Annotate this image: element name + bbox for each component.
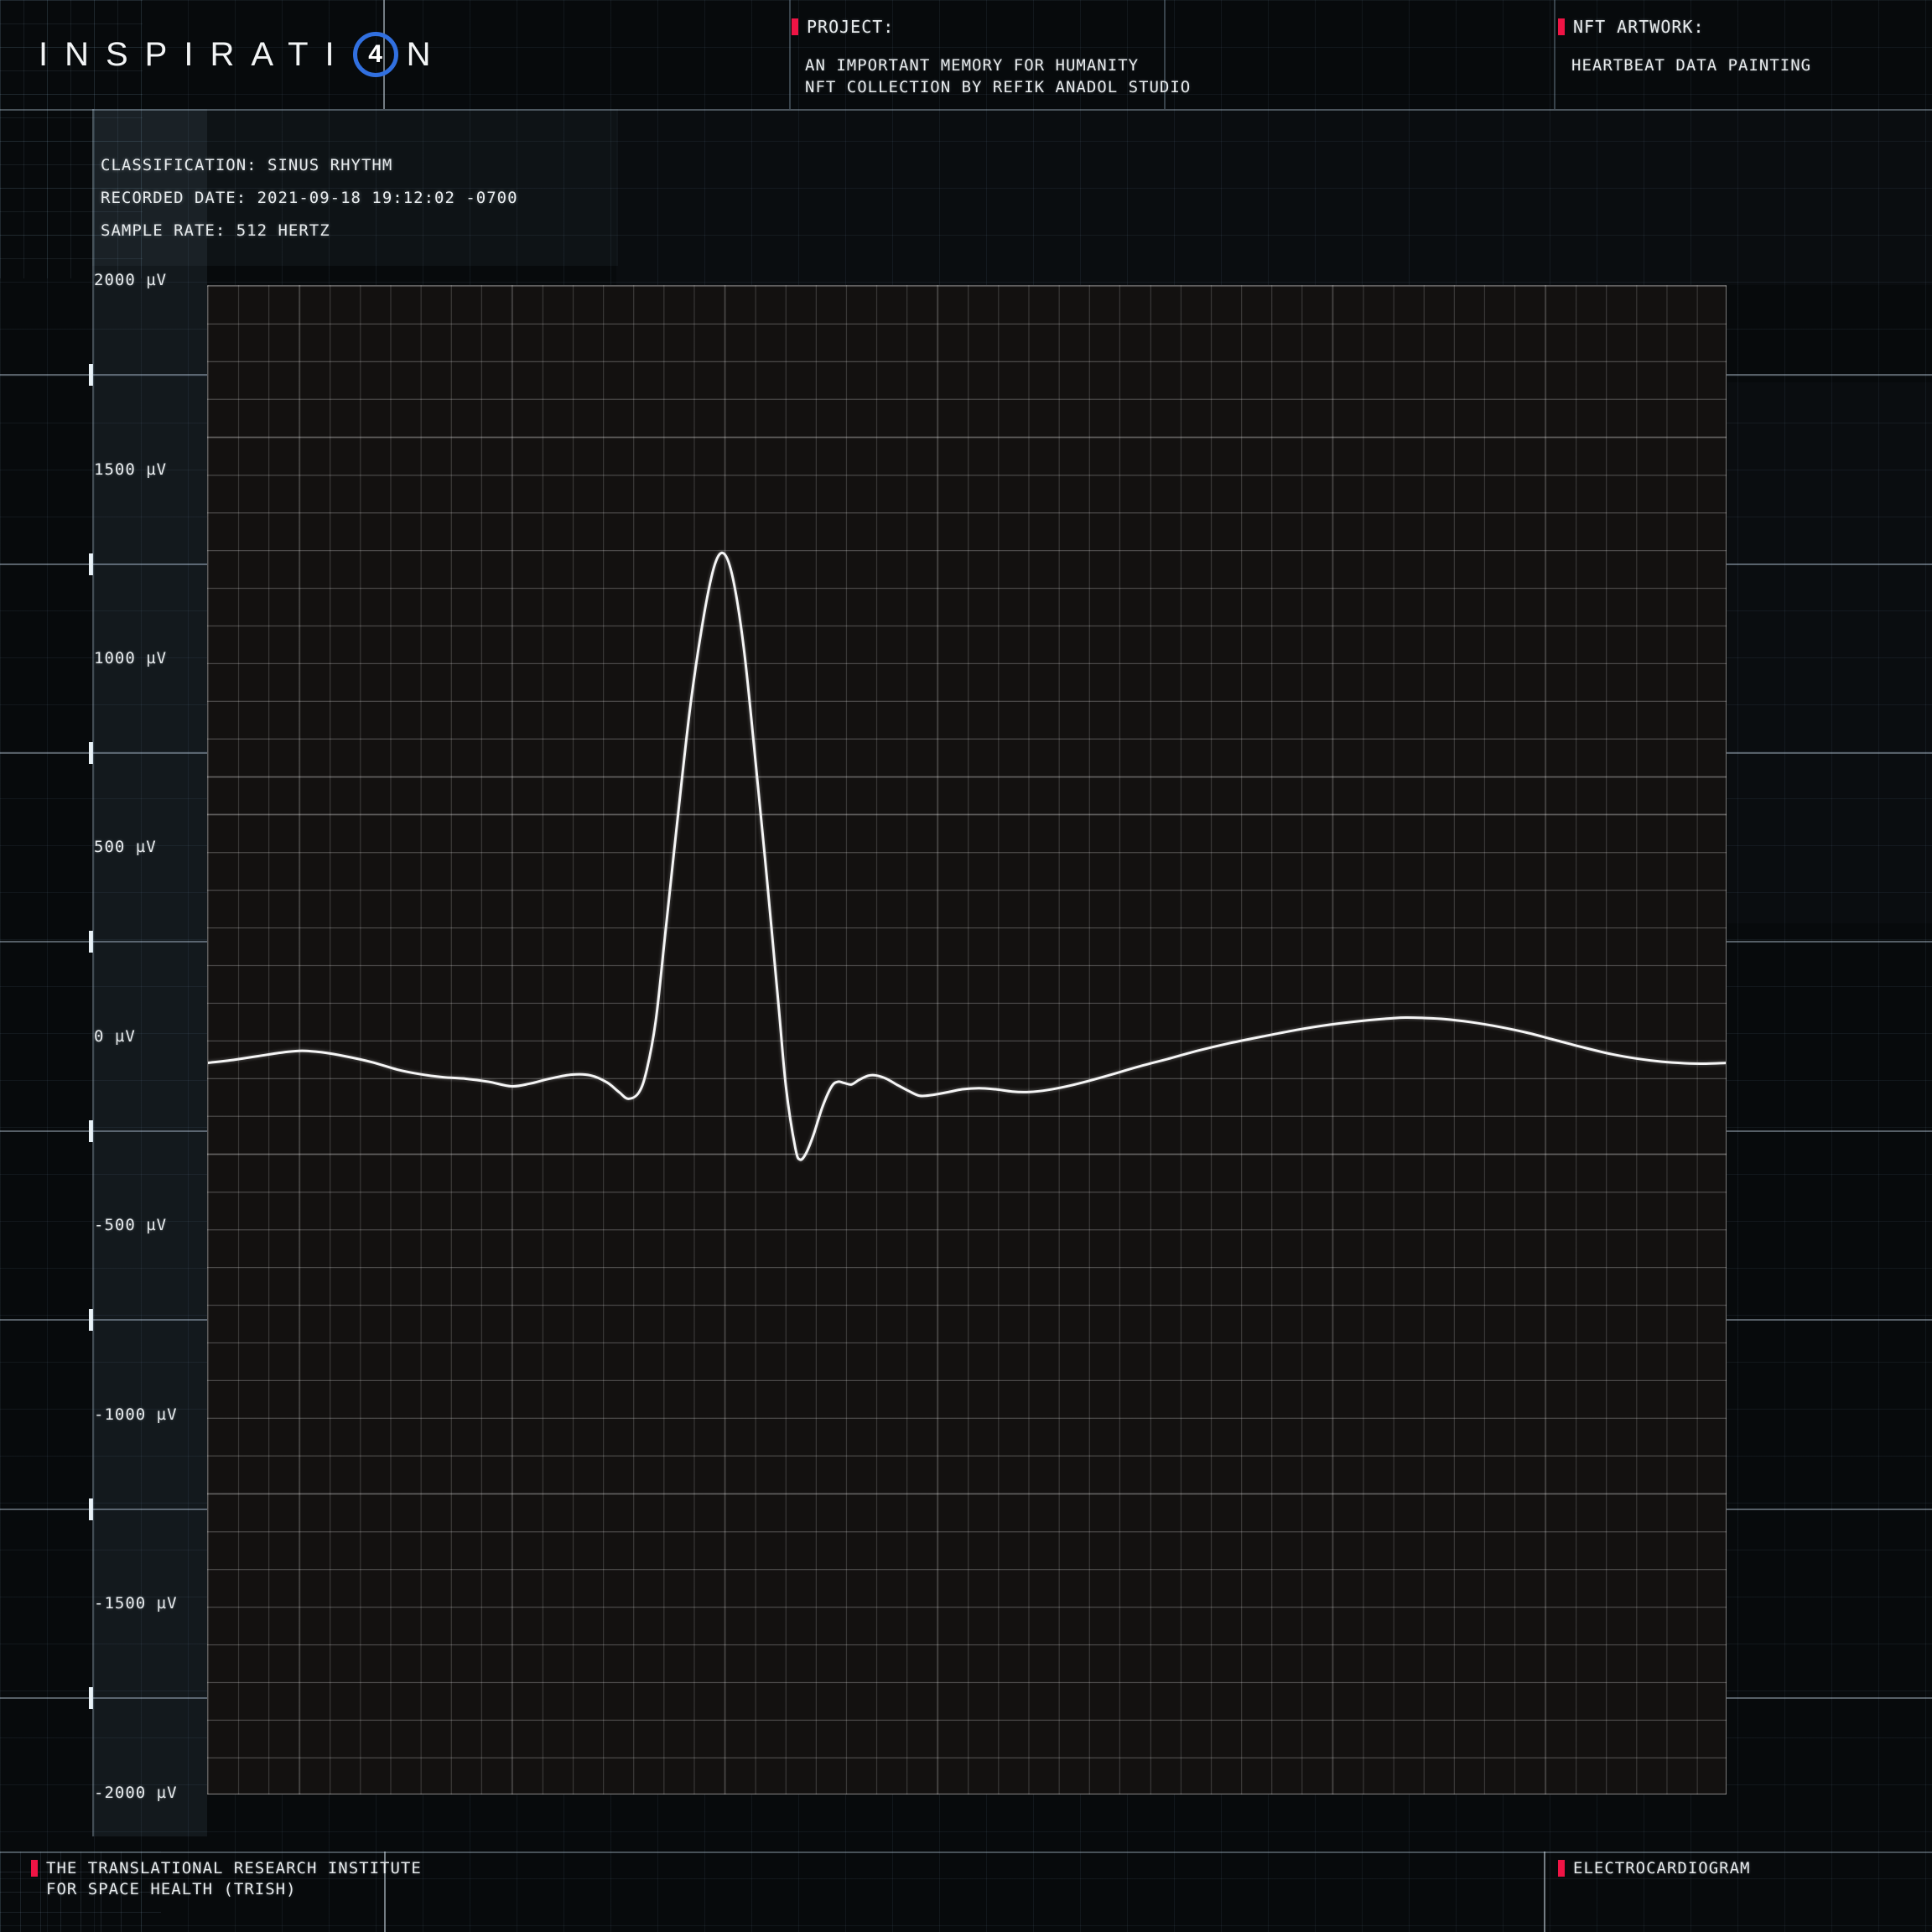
y-axis-label: -2000 µV xyxy=(94,1781,178,1805)
artwork-section-marker xyxy=(1558,18,1565,35)
info-box xyxy=(92,109,618,266)
ecg-artwork-screen: INSPIRATI 4 N PROJECT: AN IMPORTANT MEMO… xyxy=(0,0,1932,1932)
footer-left-line2: FOR SPACE HEALTH (TRISH) xyxy=(46,1879,297,1900)
artwork-label: NFT ARTWORK: xyxy=(1573,17,1705,37)
info-classification: CLASSIFICATION: SINUS RHYTHM xyxy=(101,156,392,174)
artwork-line1: HEARTBEAT DATA PAINTING xyxy=(1571,55,1811,76)
project-line1: AN IMPORTANT MEMORY FOR HUMANITY xyxy=(805,55,1139,76)
footer-accent-line-2 xyxy=(1544,1852,1545,1932)
y-axis-label: 500 µV xyxy=(94,835,157,859)
header-divider-1 xyxy=(789,0,791,109)
footer-left-line1: THE TRANSLATIONAL RESEARCH INSTITUTE xyxy=(46,1858,422,1879)
project-label: PROJECT: xyxy=(807,17,894,37)
panel-tint-right xyxy=(1727,382,1932,923)
info-sample-rate: SAMPLE RATE: 512 HERTZ xyxy=(101,221,330,240)
y-axis-label: -1000 µV xyxy=(94,1403,178,1426)
plot-area xyxy=(207,285,1727,1794)
axis-panel xyxy=(92,109,207,1836)
footer-right-marker xyxy=(1558,1860,1565,1877)
axis-panel-edge xyxy=(92,109,94,1836)
footer-right-label: ELECTROCARDIOGRAM xyxy=(1573,1858,1750,1879)
y-axis-label: 1000 µV xyxy=(94,647,167,670)
logo-text-left: INSPIRATI xyxy=(39,36,351,74)
logo-circle-4: 4 xyxy=(353,32,398,77)
ecg-trace-svg xyxy=(208,286,1726,1794)
project-line2: NFT COLLECTION BY REFIK ANADOL STUDIO xyxy=(805,76,1191,98)
y-axis-label: 2000 µV xyxy=(94,268,167,292)
y-axis-label: -1500 µV xyxy=(94,1592,178,1615)
panel-tint-top xyxy=(616,109,1932,285)
y-axis-label: 0 µV xyxy=(94,1025,136,1048)
y-axis-label: -500 µV xyxy=(94,1213,167,1237)
header-divider-3 xyxy=(1554,0,1555,109)
logo-text-right: N xyxy=(407,36,431,74)
footer-left-marker xyxy=(31,1860,38,1877)
y-axis-label: 1500 µV xyxy=(94,458,167,481)
project-section-marker xyxy=(792,18,798,35)
info-recorded-date: RECORDED DATE: 2021-09-18 19:12:02 -0700 xyxy=(101,189,518,207)
ecg-trace xyxy=(208,553,1726,1160)
footer-rule xyxy=(0,1852,1932,1853)
inspiration4-logo: INSPIRATI 4 N xyxy=(39,29,431,80)
